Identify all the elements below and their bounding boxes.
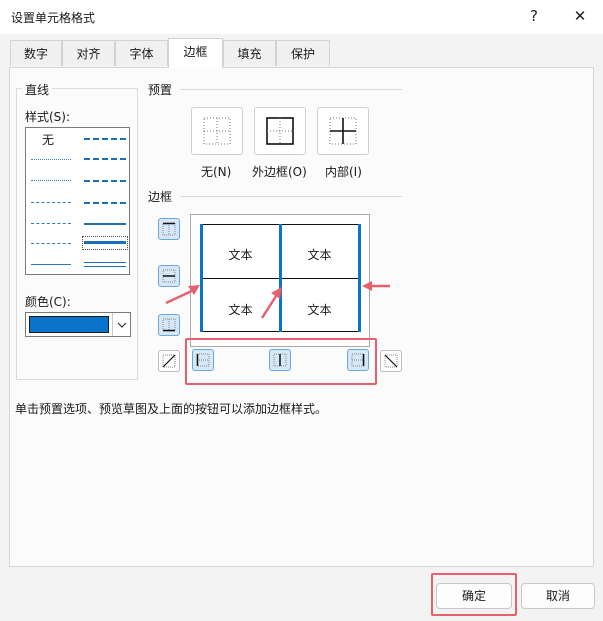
presets-heading: 预置 — [148, 83, 173, 97]
line-style-list[interactable]: 无 — [25, 127, 130, 275]
preset-inside-button[interactable] — [317, 107, 369, 155]
border-diagonal-down-button[interactable] — [380, 350, 402, 372]
border-top-button[interactable] — [158, 218, 180, 240]
hint-text: 单击预置选项、预览草图及上面的按钮可以添加边框样式。 — [15, 402, 328, 416]
style-option-medium-dashed[interactable] — [84, 202, 126, 204]
style-option-thick-selected[interactable] — [82, 236, 128, 250]
style-option-medium-dash-dot-dot[interactable] — [84, 138, 126, 140]
border-top-icon — [162, 222, 176, 236]
preset-none-label: 无(N) — [201, 165, 232, 179]
annotation-arrows — [165, 281, 390, 319]
close-button[interactable]: ✕ — [557, 0, 603, 32]
color-swatch — [29, 316, 109, 333]
preset-none-button[interactable] — [191, 107, 243, 155]
tab-protection[interactable]: 保护 — [276, 40, 330, 66]
preset-outline-button[interactable] — [254, 107, 306, 155]
style-option-dotted[interactable] — [31, 180, 71, 181]
cancel-button[interactable]: 取消 — [521, 583, 595, 609]
style-option-dashed[interactable] — [31, 243, 71, 244]
border-diagonal-up-button[interactable] — [158, 350, 180, 372]
style-none-option[interactable]: 无 — [42, 131, 54, 148]
tab-border[interactable]: 边框 — [168, 38, 223, 68]
tab-number[interactable]: 数字 — [10, 40, 62, 66]
tab-font[interactable]: 字体 — [115, 40, 168, 66]
preview-cell-text: 文本 — [307, 248, 332, 262]
arrow-head-icon — [188, 285, 200, 295]
style-option-medium[interactable] — [84, 223, 126, 225]
style-option-double[interactable] — [84, 262, 126, 267]
line-group-heading: 直线 — [22, 81, 53, 98]
help-button[interactable]: ? — [511, 0, 557, 32]
tab-fill[interactable]: 填充 — [223, 40, 276, 66]
preset-inside-label: 内部(I) — [325, 165, 362, 179]
style-option-dash-dot[interactable] — [31, 223, 71, 224]
preset-outline-label: 外边框(O) — [252, 165, 307, 179]
help-icon: ? — [530, 7, 538, 25]
close-icon: ✕ — [573, 7, 587, 25]
highlight-box-border-buttons — [185, 338, 377, 385]
title-bar: 设置单元格格式 ? ✕ — [0, 0, 603, 34]
style-label: 样式(S): — [25, 110, 71, 124]
color-label: 颜色(C): — [25, 295, 71, 309]
style-option-medium-dash-dot[interactable] — [84, 180, 126, 182]
style-option-slant-dash-dot[interactable] — [84, 158, 126, 160]
diagonal-up-icon — [162, 354, 176, 368]
preset-inside-icon — [329, 117, 357, 145]
preview-cell-text: 文本 — [228, 248, 253, 262]
dialog-title: 设置单元格格式 — [11, 11, 96, 25]
preset-none-icon — [203, 117, 231, 145]
style-option-thin[interactable] — [31, 264, 71, 265]
chevron-down-icon[interactable] — [112, 313, 131, 336]
ok-button[interactable]: 确定 — [436, 583, 512, 609]
diagonal-down-icon — [384, 354, 398, 368]
border-heading: 边框 — [148, 190, 173, 204]
arrow-head-icon — [362, 281, 372, 291]
style-option-hairline[interactable] — [31, 159, 71, 160]
color-dropdown[interactable] — [25, 312, 131, 337]
preset-outline-icon — [266, 117, 294, 145]
tab-alignment[interactable]: 对齐 — [62, 40, 115, 66]
style-option-dash-dot-dot[interactable] — [31, 202, 71, 203]
